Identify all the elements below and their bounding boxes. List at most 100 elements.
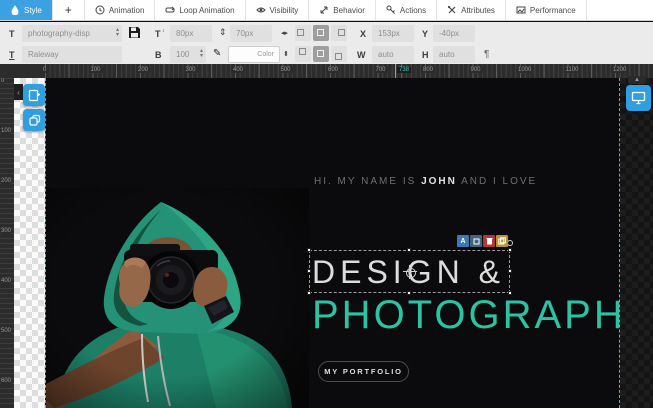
- color-swatch[interactable]: Color: [228, 46, 280, 63]
- font-family-icon: T: [9, 50, 15, 60]
- font-size-arrow-icon: ↕: [162, 28, 165, 34]
- h-ruler-label: 100: [89, 67, 103, 73]
- page-canvas[interactable]: HI. MY NAME IS JOHN AND I LOVE DESIGN & …: [45, 78, 620, 408]
- h-ruler-label: 1100: [564, 67, 581, 73]
- v-ruler-label: 500: [1, 328, 11, 334]
- align-left-button[interactable]: [295, 25, 311, 41]
- element-selection-box[interactable]: [309, 250, 510, 293]
- resize-handle-bottom-right[interactable]: [508, 291, 512, 295]
- key-icon: [386, 5, 396, 15]
- resize-handle-bottom-left[interactable]: [307, 291, 311, 295]
- align-middle-button[interactable]: [313, 46, 329, 62]
- horizontal-ruler[interactable]: 738 010020030040050060070080090010001100…: [0, 64, 653, 78]
- paragraph-icon[interactable]: ¶: [484, 49, 489, 60]
- tab-attributes[interactable]: Attributes: [437, 0, 506, 20]
- resize-handle-bottom-center[interactable]: [407, 291, 411, 295]
- align-bottom-button[interactable]: [331, 46, 347, 62]
- resize-handle-mid-left[interactable]: [307, 269, 311, 273]
- line-height-icon: ⇕: [219, 27, 227, 38]
- pages-panel-button[interactable]: [23, 109, 45, 131]
- align-center-button[interactable]: [313, 25, 329, 41]
- font-family-field[interactable]: Raleway: [22, 46, 122, 63]
- resize-handle-top-left[interactable]: [307, 248, 311, 252]
- font-weight-icon: B: [155, 50, 162, 60]
- webydo-editor-window: Style + Animation Loop Animation Visibil…: [0, 0, 653, 408]
- h-ruler-label: 900: [469, 67, 483, 73]
- tab-animation-label: Animation: [109, 6, 145, 15]
- font-style-value: photography-disp: [28, 29, 90, 38]
- offcanvas-area-right: [620, 78, 653, 408]
- photographer-photo[interactable]: [46, 188, 309, 408]
- align-right-button[interactable]: [331, 25, 347, 41]
- x-label: X: [360, 29, 366, 39]
- font-weight-field[interactable]: 100 ▴▾: [170, 46, 206, 63]
- h-ruler-label: 500: [279, 67, 293, 73]
- tools-icon: [447, 5, 457, 15]
- tab-attributes-label: Attributes: [461, 6, 495, 15]
- tab-visibility[interactable]: Visibility: [246, 0, 310, 20]
- pen-icon[interactable]: ✎: [213, 48, 221, 59]
- tab-add-label: +: [65, 3, 72, 17]
- design-workspace: HI. MY NAME IS JOHN AND I LOVE DESIGN & …: [0, 78, 653, 408]
- font-style-select[interactable]: photography-disp ▴▾: [22, 25, 122, 42]
- x-position-value: 153px: [378, 29, 400, 38]
- my-portfolio-button[interactable]: MY PORTFOLIO: [318, 361, 409, 382]
- font-size-icon: T: [155, 29, 161, 39]
- tab-loop-animation-label: Loop Animation: [179, 6, 234, 15]
- weight-stepper-icon[interactable]: ▴▾: [200, 49, 203, 59]
- intro-tagline[interactable]: HI. MY NAME IS JOHN AND I LOVE: [314, 176, 537, 187]
- collapse-top-arrow[interactable]: ▲: [628, 76, 646, 84]
- width-field[interactable]: auto: [372, 46, 414, 63]
- edit-text-button[interactable]: A: [457, 235, 469, 247]
- v-ruler-label: 600: [1, 378, 11, 384]
- h-ruler-label: 300: [184, 67, 198, 73]
- style-drop-icon: [10, 5, 20, 15]
- tagline-post: AND I LOVE: [457, 176, 537, 187]
- element-mini-toolbar: A: [457, 235, 508, 247]
- y-position-value: -40px: [439, 29, 459, 38]
- font-size-field[interactable]: 80px: [170, 25, 212, 42]
- resize-handle-top-center[interactable]: [407, 248, 411, 252]
- line-height-value: 70px: [236, 29, 253, 38]
- clock-icon: [95, 5, 105, 15]
- align-top-button[interactable]: [295, 46, 311, 62]
- add-page-button[interactable]: [23, 84, 45, 106]
- v-ruler-label: 200: [1, 178, 11, 184]
- preview-desktop-button[interactable]: [626, 85, 651, 111]
- h-ruler-label: 1000: [516, 67, 533, 73]
- tagline-name: JOHN: [421, 176, 457, 187]
- headline-photography[interactable]: PHOTOGRAPHY: [312, 293, 620, 338]
- delete-element-button[interactable]: [483, 235, 495, 247]
- font-weight-value: 100: [176, 50, 189, 59]
- tab-actions[interactable]: Actions: [376, 0, 437, 20]
- y-position-field[interactable]: -40px: [433, 25, 475, 42]
- resize-handle-mid-right[interactable]: [508, 269, 512, 273]
- height-value: auto: [439, 50, 455, 59]
- tab-style[interactable]: Style: [0, 0, 53, 20]
- cursor-position-marker: [395, 64, 396, 78]
- v-distribute-icon: ⬍: [283, 50, 289, 58]
- loop-icon: [165, 5, 175, 15]
- tab-performance-label: Performance: [530, 6, 576, 15]
- cursor-position-value: 738: [397, 67, 411, 73]
- h-ruler-label: 800: [421, 67, 435, 73]
- tab-behavior[interactable]: Behavior: [309, 0, 376, 20]
- element-settings-button[interactable]: [470, 235, 482, 247]
- tab-add[interactable]: +: [53, 0, 85, 20]
- stepper-arrows-icon[interactable]: ▴▾: [116, 28, 119, 38]
- x-position-field[interactable]: 153px: [372, 25, 414, 42]
- tab-animation[interactable]: Animation: [85, 0, 156, 20]
- h-ruler-label: 400: [231, 67, 245, 73]
- tab-loop-animation[interactable]: Loop Animation: [155, 0, 245, 20]
- duplicate-element-button[interactable]: [496, 235, 508, 247]
- tab-performance[interactable]: Performance: [506, 0, 587, 20]
- line-height-field[interactable]: 70px: [230, 25, 272, 42]
- h-distribute-icon: ◂▸: [281, 29, 288, 37]
- vertical-ruler[interactable]: 0100200300400500600: [0, 78, 14, 408]
- resize-handle-top-right[interactable]: [508, 248, 512, 252]
- save-style-button[interactable]: [128, 26, 141, 44]
- h-ruler-label: 700: [374, 67, 388, 73]
- text-style-icon: T: [9, 29, 15, 39]
- collapse-panel-arrow[interactable]: ‹: [14, 84, 23, 100]
- height-field[interactable]: auto: [433, 46, 475, 63]
